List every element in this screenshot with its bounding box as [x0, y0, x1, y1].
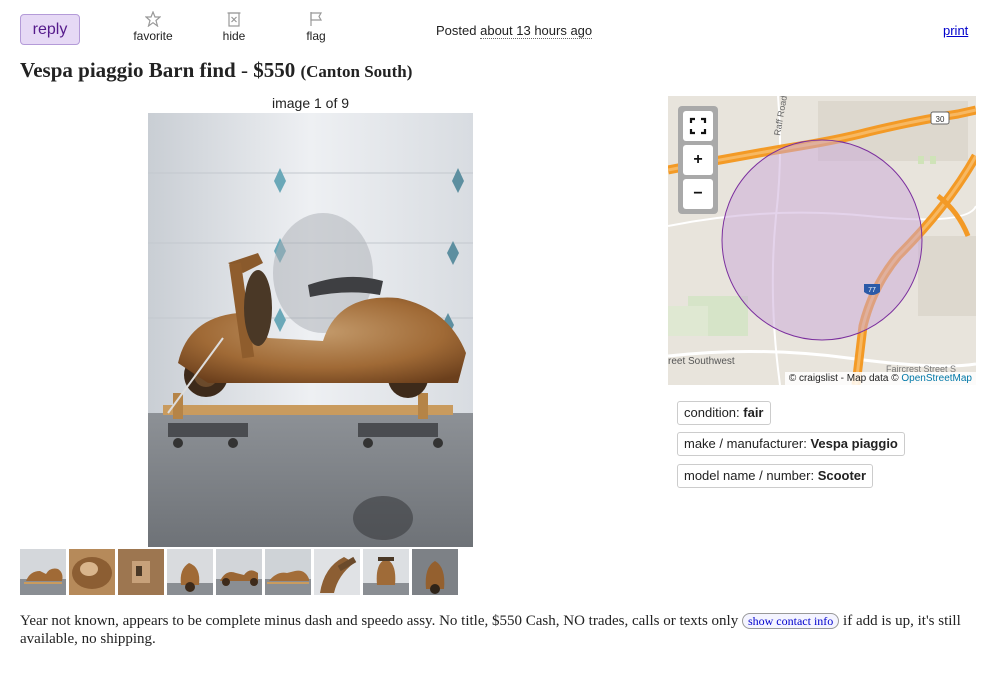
favorite-label: favorite	[133, 29, 173, 43]
attribute-value: Scooter	[817, 468, 867, 483]
map-controls: + −	[678, 106, 718, 214]
thumbnail[interactable]	[265, 549, 311, 595]
posting-body-text: Year not known, appears to be complete m…	[20, 613, 742, 629]
attribute-value: Vespa piaggio	[810, 436, 898, 451]
thumbnail-image	[314, 549, 360, 595]
posting-body: Year not known, appears to be complete m…	[20, 612, 970, 648]
thumbnail[interactable]	[363, 549, 409, 595]
attribute-make: make / manufacturer: Vespa piaggio	[677, 432, 905, 456]
favorite-button[interactable]: favorite	[123, 11, 183, 43]
attribute-key: condition:	[684, 405, 744, 420]
reply-button[interactable]: reply	[20, 14, 80, 45]
zoom-in-button[interactable]: +	[683, 145, 713, 175]
star-icon	[145, 11, 161, 27]
location-map[interactable]: 30 77 Raff Road reet Southwest Faircrest…	[668, 96, 976, 385]
route-77-shield: 77	[868, 287, 876, 294]
thumbnail-image	[167, 549, 213, 595]
thumbnail-image	[216, 549, 262, 595]
map-attribution: © craigslist - Map data © OpenStreetMap	[784, 372, 976, 385]
posting-price: $550	[253, 58, 296, 82]
title-separator: -	[235, 58, 254, 82]
map-attribution-text: © craigslist - Map data ©	[788, 373, 899, 384]
flag-button[interactable]: flag	[286, 11, 346, 43]
main-photo[interactable]	[148, 113, 473, 547]
hide-label: hide	[222, 29, 246, 43]
thumbnail[interactable]	[69, 549, 115, 595]
thumbnail[interactable]	[314, 549, 360, 595]
thumbnail[interactable]	[216, 549, 262, 595]
attribute-key: make / manufacturer:	[684, 436, 811, 451]
hide-icon	[227, 12, 241, 27]
flag-label: flag	[306, 29, 326, 43]
posting-title-text: Vespa piaggio Barn find	[20, 58, 236, 82]
attribute-model: model name / number: Scooter	[677, 464, 874, 488]
thumbnail[interactable]	[20, 549, 66, 595]
thumbnail[interactable]	[118, 549, 164, 595]
attribute-key: model name / number:	[684, 468, 818, 483]
attribute-condition: condition: fair	[677, 401, 771, 425]
flag-icon	[310, 12, 323, 26]
posted-prefix: Posted	[436, 23, 477, 38]
thumbnail-image	[20, 549, 66, 595]
scooter-photo-image	[148, 113, 473, 547]
thumbnail-image	[363, 549, 409, 595]
show-contact-info-button[interactable]: show contact info	[741, 613, 840, 629]
street-label-southwest: reet Southwest	[668, 356, 735, 367]
image-counter: image 1 of 9	[271, 95, 350, 111]
fullscreen-icon	[689, 117, 707, 135]
fullscreen-button[interactable]	[683, 111, 713, 141]
thumbnail-image	[412, 549, 458, 595]
thumbnail[interactable]	[412, 549, 458, 595]
print-link[interactable]: print	[943, 23, 968, 38]
posted-ago: about 13 hours ago	[480, 23, 593, 39]
hide-button[interactable]: hide	[204, 11, 264, 43]
posted-date: Posted about 13 hours ago	[436, 23, 593, 39]
thumbnail-image	[69, 549, 115, 595]
posting-location: (Canton South)	[300, 62, 413, 81]
thumbnail[interactable]	[167, 549, 213, 595]
posting-title: Vespa piaggio Barn find - $550 (Canton S…	[20, 58, 412, 83]
thumbnail-image	[265, 549, 311, 595]
attribute-value: fair	[743, 405, 764, 420]
thumbnail-image	[118, 549, 164, 595]
openstreetmap-link[interactable]: OpenStreetMap	[901, 373, 972, 384]
zoom-out-button[interactable]: −	[683, 179, 713, 209]
route-30-shield: 30	[936, 115, 945, 124]
